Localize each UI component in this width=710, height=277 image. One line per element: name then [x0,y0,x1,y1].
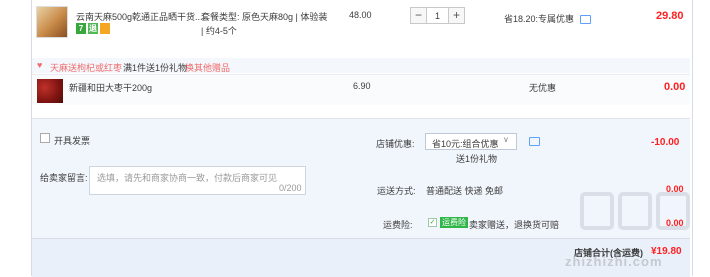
shipping-label: 运送方式: [377,186,416,196]
gift-rule: 满1件送1份礼物 [123,63,188,73]
store-discount-value: 省10元:组合优惠 [432,139,499,149]
watermark-text: zhizhizhi.com [565,254,663,269]
watermark-glyph [580,192,614,230]
seven-day-return-icon: 7 [76,23,86,34]
watermark-logo [580,192,690,230]
quantity-stepper: − 1 + [410,7,465,24]
insurance-text: 卖家赠送，退换货可赔 [469,220,560,230]
product-thumbnail[interactable] [36,6,68,38]
insurance-checkbox[interactable]: ✓ [428,218,437,227]
comment-icon[interactable] [529,137,540,147]
message-char-count: 0/200 [279,183,302,193]
saving-info: 省18.20:专属优惠 [504,12,591,25]
message-label: 给卖家留言: [40,173,88,183]
gift-title-link[interactable]: 新疆和田大枣干200g [69,81,152,94]
card-payment-icon [100,23,110,34]
gift-thumbnail[interactable] [37,79,63,103]
increase-button[interactable]: + [448,7,465,24]
store-discount-amount: -10.00 [651,137,680,148]
product-title-link[interactable]: 云南天麻500g乾通正品晒干货... [76,10,206,23]
order-item-row [32,0,690,52]
item-total: 29.80 [656,10,684,22]
gift-label: 天麻送枸杞或红枣 [50,63,123,73]
change-gift-link[interactable]: 换其他赠品 [185,61,230,74]
gift-discount: 无优惠 [529,83,557,93]
store-gift-text: 送1份礼物 [456,154,498,164]
gift-total: 0.00 [664,81,686,93]
watermark-glyph [656,192,690,230]
message-placeholder: 选填，请先和商家协商一致，付款后商家可见 [97,173,278,183]
comment-icon[interactable] [579,15,591,25]
invoice-label[interactable]: 开具发票 [54,134,90,147]
gift-unit-price: 6.90 [353,81,371,91]
service-tags: 7 退 [76,23,110,34]
invoice-checkbox[interactable] [40,133,50,143]
gift-heart-icon: ♥ [37,60,43,70]
return-shipping-icon: 退 [88,23,98,34]
watermark-glyph [618,192,652,230]
unit-price: 48.00 [349,10,372,20]
product-spec: 套餐类型: 原色天麻80g | 体验装 | 约4-5个 [201,12,328,36]
chevron-down-icon: ∨ [503,135,509,144]
shipping-method: 普通配送 快递 免邮 [426,186,504,196]
decrease-button[interactable]: − [410,7,427,24]
store-discount-label: 店铺优惠: [376,139,415,149]
quantity-input[interactable]: 1 [427,7,448,24]
insurance-badge: 运费险 [440,217,468,228]
saving-text: 省18.20:专属优惠 [504,14,575,24]
insurance-label: 运费险: [383,220,413,230]
